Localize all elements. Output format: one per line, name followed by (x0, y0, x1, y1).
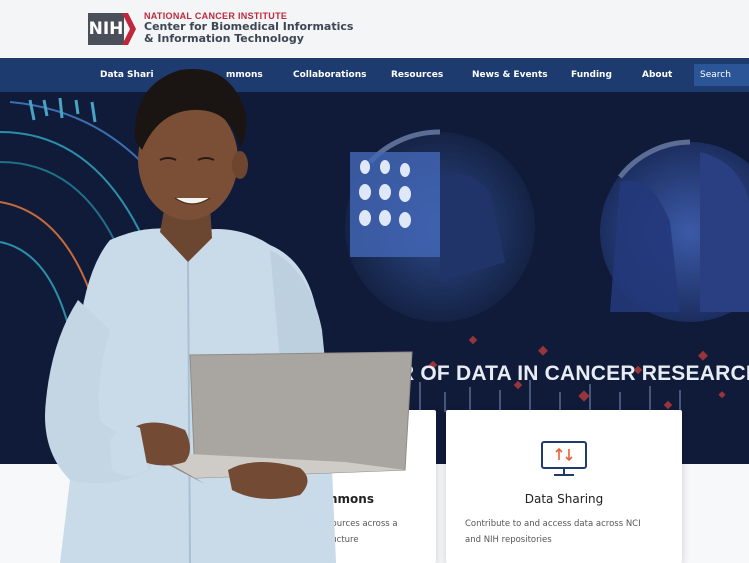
card-data-sharing[interactable]: Data Sharing Contribute to and access da… (446, 410, 682, 563)
card-description-line2: and NIH repositories (465, 535, 552, 545)
nih-logo[interactable]: NIH (88, 13, 124, 45)
main-nav: Data Shari mmons Collaborations Resource… (0, 58, 749, 92)
org-name[interactable]: NATIONAL CANCER INSTITUTE Center for Bio… (144, 11, 353, 45)
hero-background-graphic (0, 92, 749, 464)
search-input[interactable]: Search (694, 64, 749, 86)
hero-headline: POWER OF DATA IN CANCER RESEARCH (334, 362, 749, 385)
card-description-line2: structure (320, 535, 359, 545)
nav-item-news-events[interactable]: News & Events (472, 58, 548, 92)
monitor-arrows-icon (541, 441, 587, 476)
nav-item-resources[interactable]: Resources (391, 58, 443, 92)
logo-chevron-icon (122, 13, 136, 45)
hero-banner: POWER OF DATA IN CANCER RESEARCH (0, 92, 749, 464)
card-description-line1: ny sources across a (314, 519, 398, 529)
card-title: Commons (308, 492, 374, 506)
nav-item-data-sharing[interactable]: Data Shari (100, 58, 154, 92)
card-commons[interactable]: Commons ny sources across a structure (300, 410, 436, 563)
org-center-name-line2: & Information Technology (144, 32, 304, 45)
nav-item-collaborations[interactable]: Collaborations (293, 58, 367, 92)
site-header: NIH NATIONAL CANCER INSTITUTE Center for… (0, 0, 749, 58)
nav-item-commons[interactable]: mmons (226, 58, 263, 92)
card-title: Data Sharing (524, 492, 604, 506)
nav-item-funding[interactable]: Funding (571, 58, 612, 92)
nav-item-about[interactable]: About (642, 58, 672, 92)
card-description-line1: Contribute to and access data across NCI (465, 519, 641, 529)
